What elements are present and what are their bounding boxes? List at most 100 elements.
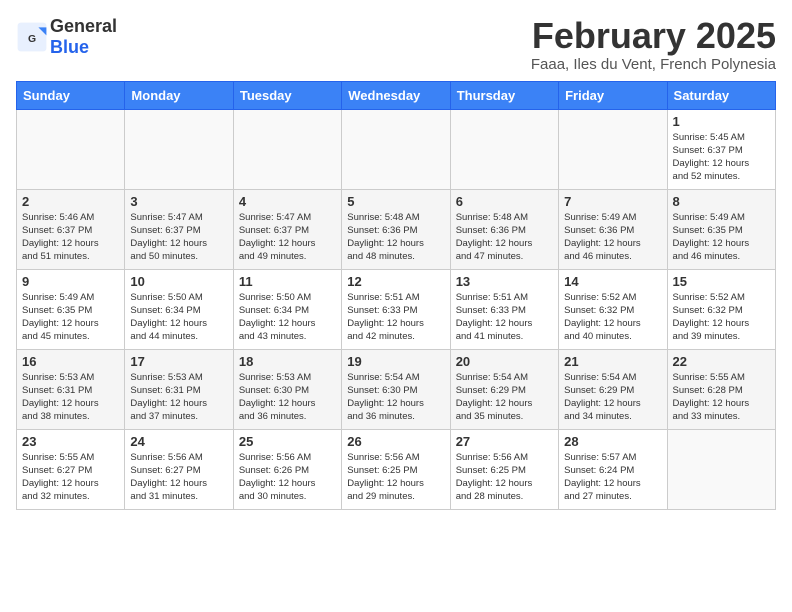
day-info: Sunrise: 5:54 AM Sunset: 6:29 PM Dayligh… bbox=[456, 371, 553, 424]
day-number: 20 bbox=[456, 354, 553, 369]
day-info: Sunrise: 5:51 AM Sunset: 6:33 PM Dayligh… bbox=[456, 291, 553, 344]
calendar-cell: 14Sunrise: 5:52 AM Sunset: 6:32 PM Dayli… bbox=[559, 269, 667, 349]
day-number: 9 bbox=[22, 274, 119, 289]
weekday-header-monday: Monday bbox=[125, 81, 233, 109]
day-number: 12 bbox=[347, 274, 444, 289]
day-info: Sunrise: 5:48 AM Sunset: 6:36 PM Dayligh… bbox=[347, 211, 444, 264]
day-number: 24 bbox=[130, 434, 227, 449]
calendar-cell: 27 Sunrise: 5:56 AM Sunset: 6:25 PM Dayli… bbox=[450, 429, 558, 509]
weekday-header-wednesday: Wednesday bbox=[342, 81, 450, 109]
calendar-week-row: 9 Sunrise: 5:49 AM Sunset: 6:35 PM Daylig… bbox=[17, 269, 776, 349]
page-header: G General Blue February 2025 Faaa, Iles … bbox=[16, 16, 776, 73]
day-number: 6 bbox=[456, 194, 553, 209]
day-info: Sunrise: 5:49 AM Sunset: 6:35 PM Dayligh… bbox=[673, 211, 770, 264]
day-info: Sunrise: 5:47 AM Sunset: 6:37 PM Dayligh… bbox=[130, 211, 227, 264]
calendar-week-row: 23 Sunrise: 5:55 AM Sunset: 6:27 PM Dayli… bbox=[17, 429, 776, 509]
weekday-header-tuesday: Tuesday bbox=[233, 81, 341, 109]
calendar-cell: 26Sunrise: 5:56 AM Sunset: 6:25 PM Dayli… bbox=[342, 429, 450, 509]
day-number: 15 bbox=[673, 274, 770, 289]
day-number: 21 bbox=[564, 354, 661, 369]
weekday-header-thursday: Thursday bbox=[450, 81, 558, 109]
calendar-cell: 6Sunrise: 5:48 AM Sunset: 6:36 PM Daylig… bbox=[450, 189, 558, 269]
calendar-cell: 12 Sunrise: 5:51 AM Sunset: 6:33 PM Dayli… bbox=[342, 269, 450, 349]
calendar-cell: 9 Sunrise: 5:49 AM Sunset: 6:35 PM Daylig… bbox=[17, 269, 125, 349]
day-number: 7 bbox=[564, 194, 661, 209]
day-info: Sunrise: 5:50 AM Sunset: 6:34 PM Dayligh… bbox=[130, 291, 227, 344]
day-number: 14 bbox=[564, 274, 661, 289]
day-info: Sunrise: 5:55 AM Sunset: 6:27 PM Dayligh… bbox=[22, 451, 119, 504]
weekday-header-row: SundayMondayTuesdayWednesdayThursdayFrid… bbox=[17, 81, 776, 109]
day-number: 5 bbox=[347, 194, 444, 209]
calendar-cell bbox=[667, 429, 775, 509]
calendar-cell: 11 Sunrise: 5:50 AM Sunset: 6:34 PM Dayli… bbox=[233, 269, 341, 349]
day-info: Sunrise: 5:54 AM Sunset: 6:29 PM Dayligh… bbox=[564, 371, 661, 424]
day-number: 17 bbox=[130, 354, 227, 369]
calendar-cell bbox=[559, 109, 667, 189]
calendar-cell: 20 Sunrise: 5:54 AM Sunset: 6:29 PM Dayli… bbox=[450, 349, 558, 429]
day-info: Sunrise: 5:53 AM Sunset: 6:31 PM Dayligh… bbox=[130, 371, 227, 424]
calendar-cell: 24 Sunrise: 5:56 AM Sunset: 6:27 PM Dayli… bbox=[125, 429, 233, 509]
calendar-cell: 8 Sunrise: 5:49 AM Sunset: 6:35 PM Daylig… bbox=[667, 189, 775, 269]
calendar-cell: 4Sunrise: 5:47 AM Sunset: 6:37 PM Daylig… bbox=[233, 189, 341, 269]
calendar-cell: 3Sunrise: 5:47 AM Sunset: 6:37 PM Daylig… bbox=[125, 189, 233, 269]
logo: G General Blue bbox=[16, 16, 117, 58]
day-number: 27 bbox=[456, 434, 553, 449]
day-info: Sunrise: 5:52 AM Sunset: 6:32 PM Dayligh… bbox=[673, 291, 770, 344]
day-number: 28 bbox=[564, 434, 661, 449]
location: Faaa, Iles du Vent, French Polynesia bbox=[531, 56, 776, 73]
calendar-cell bbox=[233, 109, 341, 189]
day-info: Sunrise: 5:56 AM Sunset: 6:25 PM Dayligh… bbox=[456, 451, 553, 504]
calendar-cell: 15 Sunrise: 5:52 AM Sunset: 6:32 PM Dayli… bbox=[667, 269, 775, 349]
day-number: 23 bbox=[22, 434, 119, 449]
calendar-cell: 16 Sunrise: 5:53 AM Sunset: 6:31 PM Dayli… bbox=[17, 349, 125, 429]
calendar-cell: 2 Sunrise: 5:46 AM Sunset: 6:37 PM Daylig… bbox=[17, 189, 125, 269]
calendar-cell: 13 Sunrise: 5:51 AM Sunset: 6:33 PM Dayli… bbox=[450, 269, 558, 349]
day-info: Sunrise: 5:49 AM Sunset: 6:36 PM Dayligh… bbox=[564, 211, 661, 264]
day-number: 26 bbox=[347, 434, 444, 449]
calendar-week-row: 1Sunrise: 5:45 AM Sunset: 6:37 PM Daylig… bbox=[17, 109, 776, 189]
title-block: February 2025 Faaa, Iles du Vent, French… bbox=[531, 16, 776, 73]
day-info: Sunrise: 5:51 AM Sunset: 6:33 PM Dayligh… bbox=[347, 291, 444, 344]
day-info: Sunrise: 5:55 AM Sunset: 6:28 PM Dayligh… bbox=[673, 371, 770, 424]
day-number: 19 bbox=[347, 354, 444, 369]
day-info: Sunrise: 5:45 AM Sunset: 6:37 PM Dayligh… bbox=[673, 131, 770, 184]
day-number: 16 bbox=[22, 354, 119, 369]
calendar-week-row: 2 Sunrise: 5:46 AM Sunset: 6:37 PM Daylig… bbox=[17, 189, 776, 269]
calendar-cell: 7 Sunrise: 5:49 AM Sunset: 6:36 PM Daylig… bbox=[559, 189, 667, 269]
calendar-cell: 17 Sunrise: 5:53 AM Sunset: 6:31 PM Dayli… bbox=[125, 349, 233, 429]
calendar-cell bbox=[342, 109, 450, 189]
calendar-cell: 10 Sunrise: 5:50 AM Sunset: 6:34 PM Dayli… bbox=[125, 269, 233, 349]
day-number: 18 bbox=[239, 354, 336, 369]
day-info: Sunrise: 5:53 AM Sunset: 6:31 PM Dayligh… bbox=[22, 371, 119, 424]
logo-blue-text: Blue bbox=[50, 37, 89, 57]
calendar-cell: 1Sunrise: 5:45 AM Sunset: 6:37 PM Daylig… bbox=[667, 109, 775, 189]
month-title: February 2025 bbox=[531, 16, 776, 56]
calendar-cell: 25Sunrise: 5:56 AM Sunset: 6:26 PM Dayli… bbox=[233, 429, 341, 509]
calendar-cell: 28 Sunrise: 5:57 AM Sunset: 6:24 PM Dayli… bbox=[559, 429, 667, 509]
day-number: 11 bbox=[239, 274, 336, 289]
day-number: 10 bbox=[130, 274, 227, 289]
weekday-header-friday: Friday bbox=[559, 81, 667, 109]
day-number: 2 bbox=[22, 194, 119, 209]
calendar-week-row: 16 Sunrise: 5:53 AM Sunset: 6:31 PM Dayli… bbox=[17, 349, 776, 429]
calendar-table: SundayMondayTuesdayWednesdayThursdayFrid… bbox=[16, 81, 776, 510]
day-number: 8 bbox=[673, 194, 770, 209]
day-info: Sunrise: 5:49 AM Sunset: 6:35 PM Dayligh… bbox=[22, 291, 119, 344]
weekday-header-sunday: Sunday bbox=[17, 81, 125, 109]
logo-general-text: General bbox=[50, 16, 117, 36]
day-number: 13 bbox=[456, 274, 553, 289]
day-info: Sunrise: 5:47 AM Sunset: 6:37 PM Dayligh… bbox=[239, 211, 336, 264]
calendar-cell: 23 Sunrise: 5:55 AM Sunset: 6:27 PM Dayli… bbox=[17, 429, 125, 509]
day-info: Sunrise: 5:53 AM Sunset: 6:30 PM Dayligh… bbox=[239, 371, 336, 424]
calendar-cell: 5 Sunrise: 5:48 AM Sunset: 6:36 PM Daylig… bbox=[342, 189, 450, 269]
svg-text:G: G bbox=[28, 34, 36, 45]
calendar-cell bbox=[17, 109, 125, 189]
day-info: Sunrise: 5:50 AM Sunset: 6:34 PM Dayligh… bbox=[239, 291, 336, 344]
day-info: Sunrise: 5:54 AM Sunset: 6:30 PM Dayligh… bbox=[347, 371, 444, 424]
calendar-cell: 18 Sunrise: 5:53 AM Sunset: 6:30 PM Dayli… bbox=[233, 349, 341, 429]
calendar-cell bbox=[125, 109, 233, 189]
day-info: Sunrise: 5:57 AM Sunset: 6:24 PM Dayligh… bbox=[564, 451, 661, 504]
day-info: Sunrise: 5:46 AM Sunset: 6:37 PM Dayligh… bbox=[22, 211, 119, 264]
day-info: Sunrise: 5:56 AM Sunset: 6:27 PM Dayligh… bbox=[130, 451, 227, 504]
day-number: 25 bbox=[239, 434, 336, 449]
